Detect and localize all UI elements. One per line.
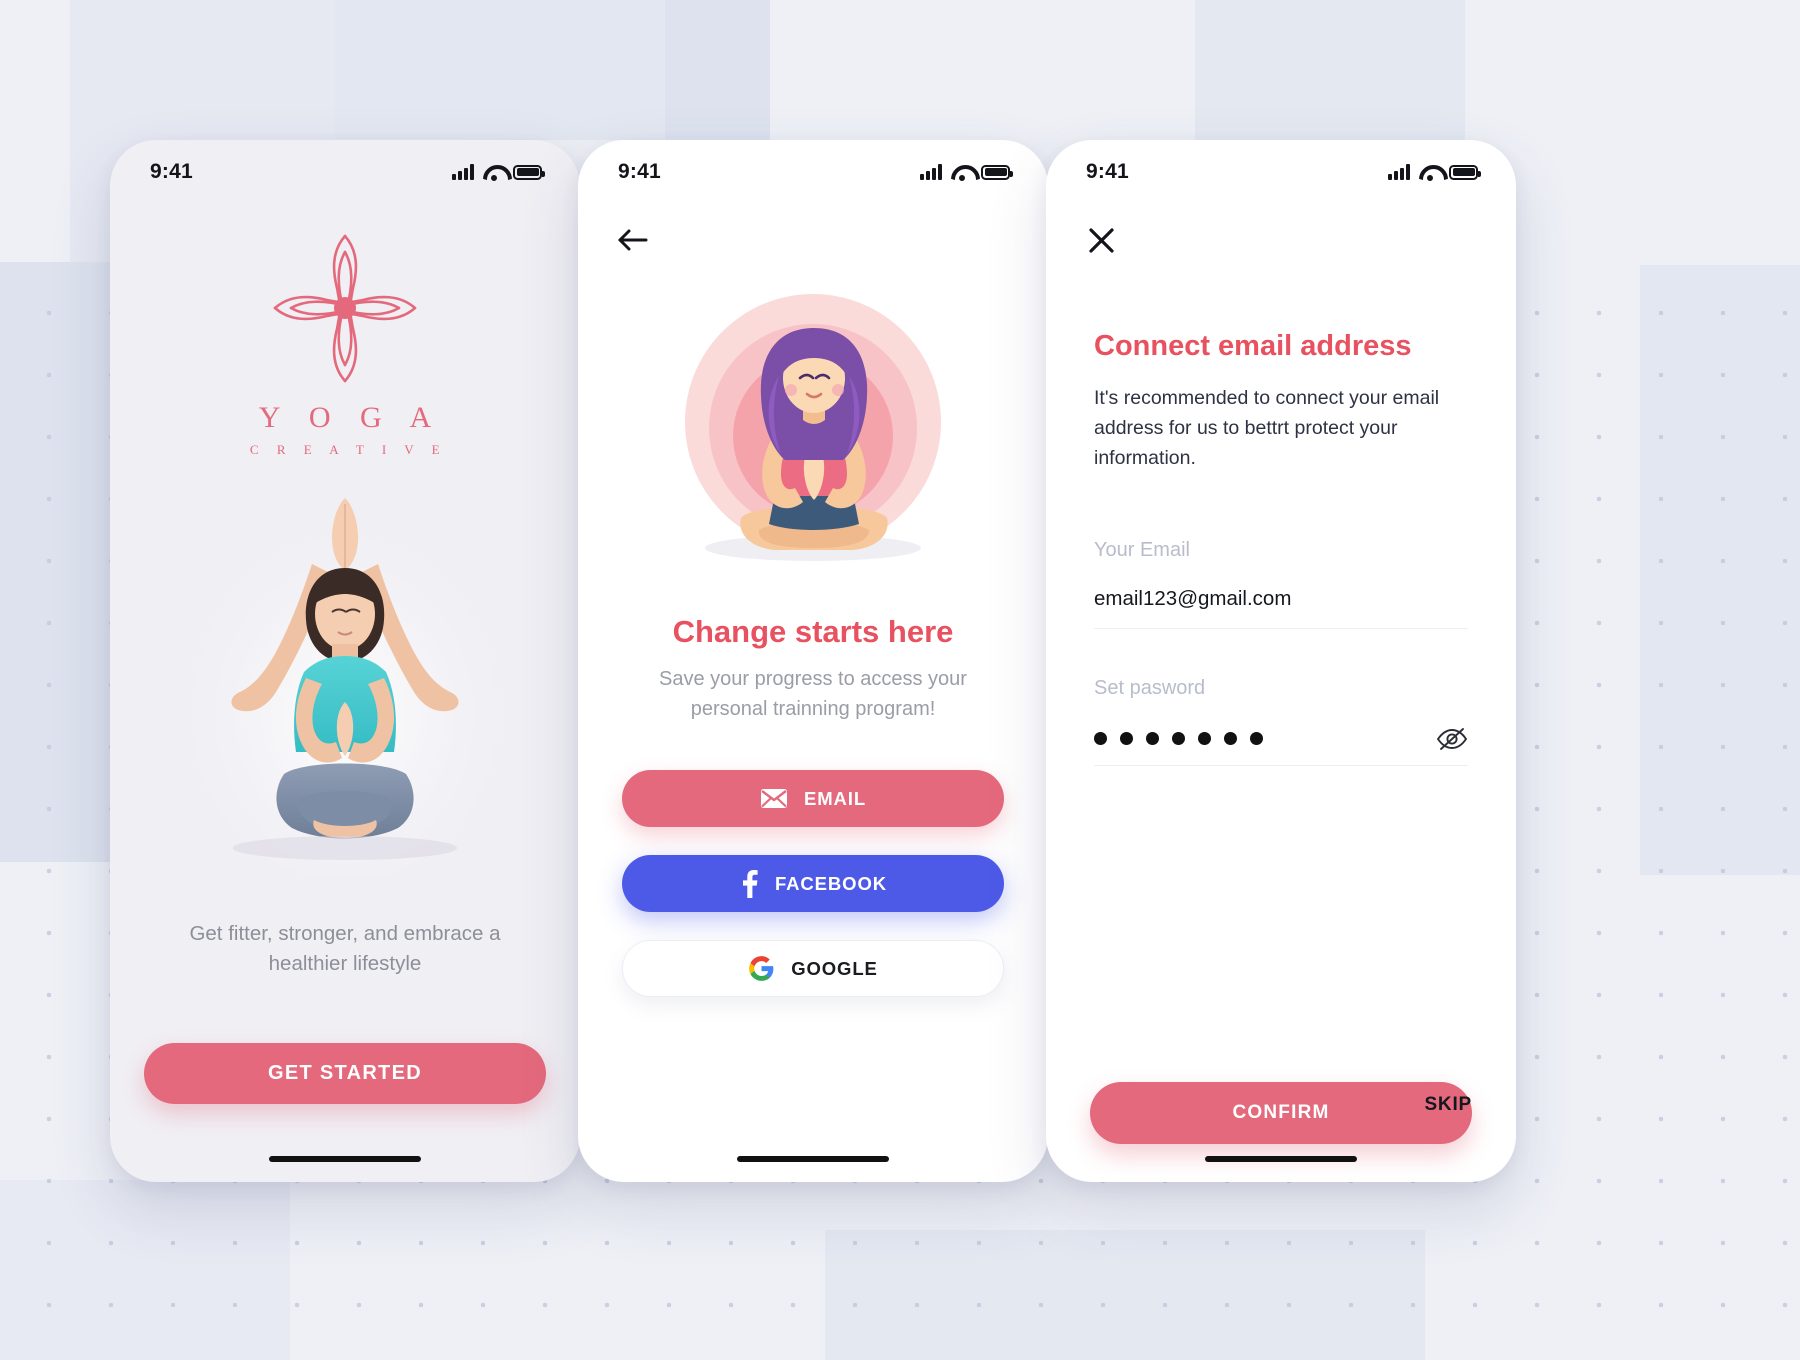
social-login-list: EMAIL FACEBOOK GOOGLE [578, 770, 1048, 997]
brand-lockup: Y O G A C R E A T I V E [110, 226, 580, 458]
envelope-icon [760, 789, 787, 808]
google-icon [749, 956, 774, 981]
password-masked-value [1094, 725, 1263, 751]
nav-bar [1046, 204, 1516, 276]
signal-bars-icon [1388, 164, 1410, 180]
get-started-button[interactable]: GET STARTED [144, 1043, 546, 1104]
eye-off-icon[interactable] [1436, 727, 1468, 751]
facebook-button-label: FACEBOOK [774, 872, 888, 894]
skip-button[interactable]: SKIP [1424, 1094, 1472, 1116]
battery-icon [1449, 164, 1481, 180]
signup-subhead: Save your progress to access your person… [659, 668, 967, 720]
home-indicator [269, 1156, 421, 1162]
signup-screen-body: Change starts here Save your progress to… [578, 276, 1048, 1182]
facebook-icon [742, 869, 758, 898]
nav-bar [578, 204, 1048, 276]
status-time: 9:41 [150, 160, 193, 183]
phone-mockup-connect-email: 9:41 Connect email address It's recommen… [1046, 140, 1516, 1182]
facebook-signup-button[interactable]: FACEBOOK [622, 855, 1004, 912]
illustration-wrap [578, 280, 1048, 580]
woman-in-lotus-pose-photo [185, 498, 505, 876]
status-bar: 9:41 [1046, 140, 1516, 204]
status-time: 9:41 [1086, 160, 1129, 183]
password-field-label: Set pasword [1094, 677, 1206, 699]
welcome-screen-body: Y O G A C R E A T I V E Get fitter, stro… [110, 204, 580, 1182]
google-button-label: GOOGLE [791, 957, 878, 979]
connect-email-body: Connect email address It's recommended t… [1046, 276, 1516, 1182]
back-button[interactable] [610, 217, 656, 263]
brand-title: Y O G A [258, 401, 443, 434]
phone-mockup-welcome: 9:41 Y O G A C R E A T I V E Get fitter,… [110, 140, 580, 1182]
home-indicator [1205, 1156, 1357, 1162]
confirm-button[interactable]: CONFIRM [1090, 1082, 1472, 1144]
email-field-label: Your Email [1094, 539, 1190, 561]
wifi-icon [951, 164, 972, 181]
battery-icon [981, 164, 1013, 180]
status-bar: 9:41 [578, 140, 1048, 204]
wifi-icon [1419, 164, 1440, 181]
password-input-row[interactable] [1094, 725, 1468, 766]
page-description: It's recommended to connect your email a… [1094, 387, 1440, 469]
status-time: 9:41 [618, 160, 661, 183]
close-button[interactable] [1078, 217, 1124, 263]
email-button-label: EMAIL [803, 787, 867, 809]
google-signup-button[interactable]: GOOGLE [622, 940, 1004, 997]
signup-headline: Change starts here [672, 614, 954, 649]
signal-bars-icon [920, 164, 942, 180]
close-x-icon [1088, 227, 1114, 253]
page-title: Connect email address [1094, 330, 1412, 362]
yoga-ornamental-cross-logo [273, 234, 417, 383]
arrow-left-icon [618, 229, 648, 251]
home-indicator [737, 1156, 889, 1162]
email-signup-button[interactable]: EMAIL [622, 770, 1004, 827]
phone-mockup-signup: 9:41 Change starts here Save your progre… [578, 140, 1048, 1182]
battery-icon [513, 164, 545, 180]
welcome-tagline: Get fitter, stronger, and embrace a heal… [189, 922, 501, 975]
signal-bars-icon [452, 164, 474, 180]
email-input[interactable]: email123@gmail.com [1094, 587, 1468, 629]
meditating-woman-illustration [685, 294, 941, 561]
email-field-group: Your Email email123@gmail.com [1094, 539, 1468, 629]
status-bar: 9:41 [110, 140, 580, 204]
connect-email-content: Connect email address It's recommended t… [1046, 276, 1516, 766]
password-field-group: Set pasword [1094, 677, 1468, 766]
wifi-icon [483, 164, 504, 181]
